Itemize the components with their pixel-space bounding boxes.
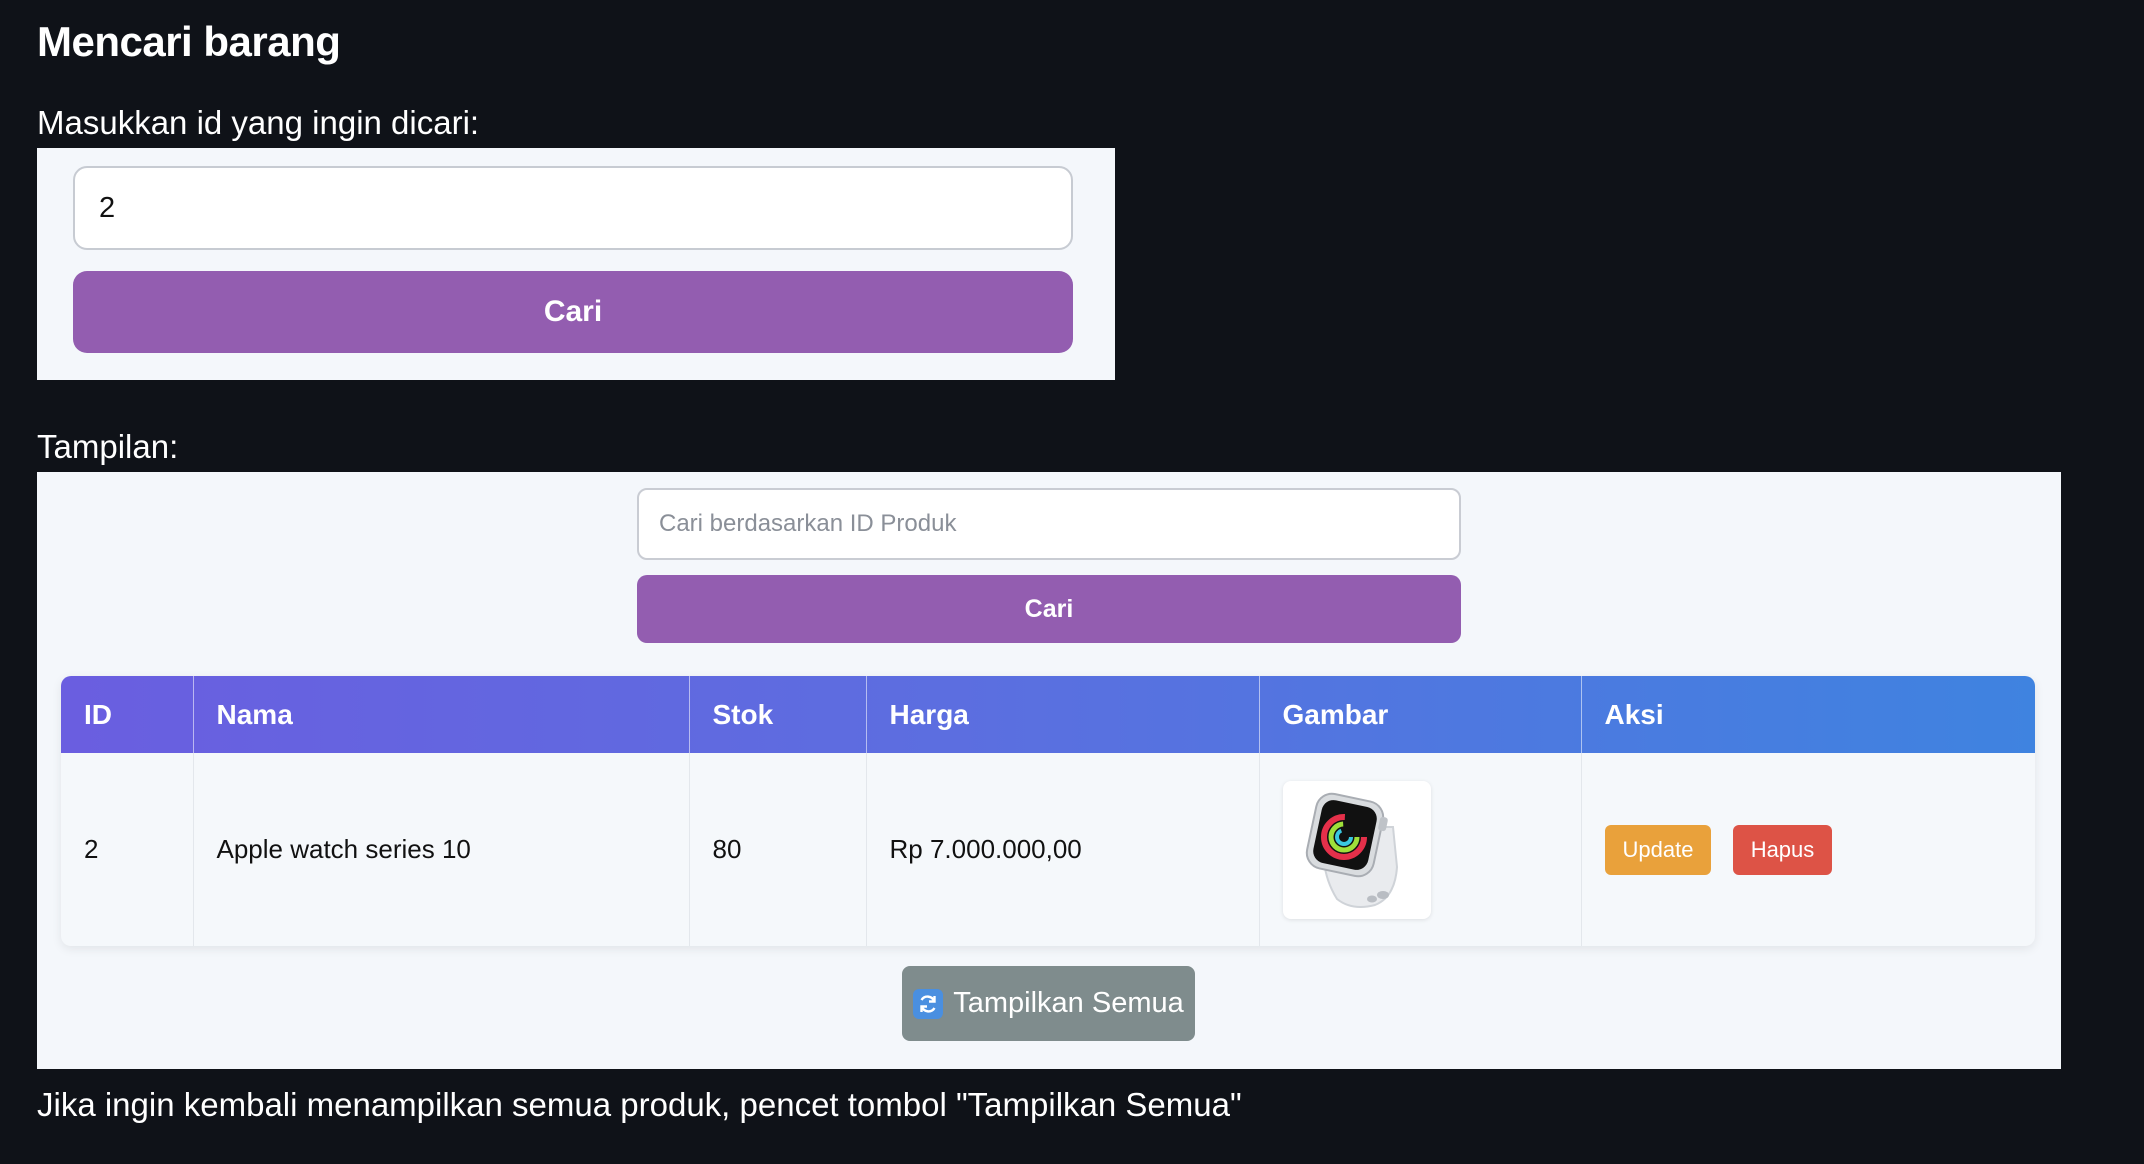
header-nama: Nama — [193, 676, 690, 753]
cell-gambar — [1259, 753, 1582, 946]
cell-stok: 80 — [689, 753, 867, 946]
preview-search-button[interactable]: Cari — [637, 575, 1461, 643]
footer-note: Jika ingin kembali menampilkan semua pro… — [37, 1086, 1242, 1123]
preview-panel: Cari ID Nama Stok Harga Gambar Aksi — [37, 472, 2061, 1069]
page-title: Mencari barang — [37, 18, 341, 65]
page: Mencari barang Masukkan id yang ingin di… — [0, 0, 2144, 1164]
delete-button[interactable]: Hapus — [1732, 824, 1833, 875]
cell-aksi: Update Hapus — [1581, 753, 2035, 946]
apple-watch-icon — [1305, 792, 1398, 908]
table-row: 2 Apple watch series 10 80 Rp 7.000.000,… — [61, 753, 2035, 946]
search-card: Cari — [37, 148, 1115, 380]
header-harga: Harga — [866, 676, 1260, 753]
search-button[interactable]: Cari — [73, 271, 1073, 353]
product-id-search-input[interactable] — [637, 488, 1461, 560]
header-aksi: Aksi — [1604, 698, 1664, 730]
product-table: ID Nama Stok Harga Gambar Aksi 2 Apple w… — [61, 676, 2035, 946]
show-all-button[interactable]: Tampilkan Semua — [902, 966, 1195, 1041]
header-gambar: Gambar — [1259, 676, 1582, 753]
cell-nama: Apple watch series 10 — [193, 753, 690, 946]
show-all-label: Tampilkan Semua — [953, 987, 1184, 1019]
update-button[interactable]: Update — [1604, 824, 1712, 875]
id-search-input[interactable] — [73, 166, 1073, 250]
table-header-row: ID Nama Stok Harga Gambar Aksi — [61, 676, 2035, 753]
product-table-container: ID Nama Stok Harga Gambar Aksi 2 Apple w… — [61, 676, 2035, 946]
product-image — [1282, 780, 1431, 919]
refresh-icon — [913, 988, 944, 1019]
header-stok: Stok — [689, 676, 867, 753]
cell-id: 2 — [61, 753, 194, 946]
cell-harga: Rp 7.000.000,00 — [866, 753, 1260, 946]
search-label: Masukkan id yang ingin dicari: — [37, 104, 480, 141]
view-label: Tampilan: — [37, 428, 179, 465]
header-id: ID — [61, 676, 194, 753]
